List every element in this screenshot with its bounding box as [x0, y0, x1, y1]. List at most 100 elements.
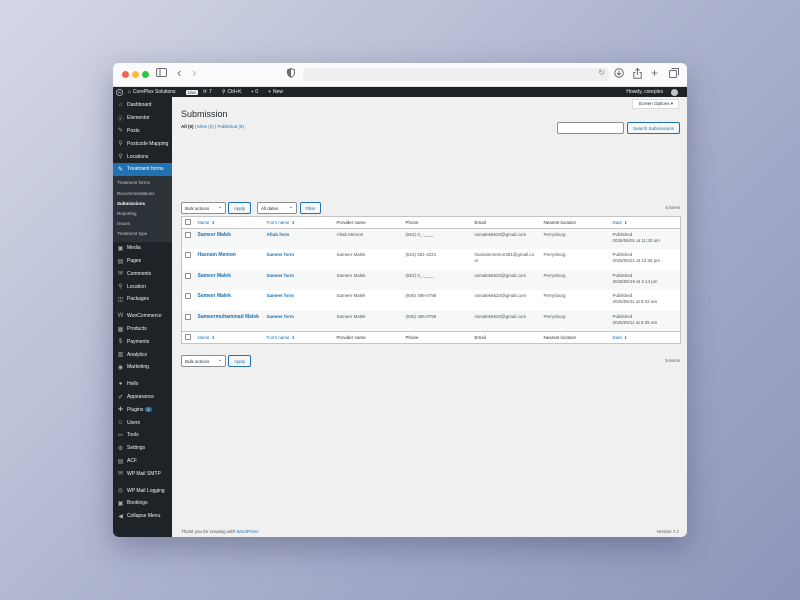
tab-overview-icon[interactable]: [669, 68, 679, 83]
search-submissions-button[interactable]: Search Submissions: [627, 122, 680, 134]
items-count: 5 items: [665, 205, 680, 210]
share-icon[interactable]: [633, 67, 642, 84]
nearest-location-cell: Perrysburg: [540, 310, 610, 332]
sidebar-item-analytics[interactable]: ▥ Analytics: [113, 348, 172, 361]
form-name-link[interactable]: Sameer form: [267, 314, 295, 319]
sidebar-item-treatment-forms[interactable]: ✎ Treatment forms: [113, 162, 172, 176]
select-all-checkbox[interactable]: [185, 219, 191, 225]
row-checkbox[interactable]: [185, 252, 191, 259]
sidebar-item-tools[interactable]: ✂ Tools: [113, 429, 172, 442]
submenu-item-treatment-type[interactable]: Treatment type: [113, 229, 172, 239]
address-bar[interactable]: ↻: [303, 68, 609, 81]
apply-button[interactable]: Apply: [228, 202, 251, 214]
apply-button-bottom[interactable]: Apply: [228, 355, 251, 367]
form-name-link[interactable]: Sameer form: [267, 252, 295, 257]
view-all[interactable]: All (5): [181, 124, 194, 129]
sidebar-item-postcode-mapping[interactable]: ⚲ Postcode Mapping: [113, 137, 172, 150]
column-header-date[interactable]: Date ⬇: [609, 330, 681, 344]
date-filter-select[interactable]: All dates ⌄: [257, 202, 297, 214]
sidebar-item-woocommerce[interactable]: W WooCommerce: [113, 310, 172, 323]
select-all-checkbox[interactable]: [185, 333, 191, 340]
sidebar-item-appearance[interactable]: ✐ Appearance: [113, 391, 172, 404]
phone: (662) 0_-____: [405, 232, 434, 237]
sidebar-item-collapse-menu[interactable]: ◀ Collapse Menu: [113, 510, 172, 523]
form-name-link[interactable]: Sameer form: [267, 273, 295, 278]
column-header-name[interactable]: Name ⬍: [194, 216, 264, 229]
wordpress-logo-icon[interactable]: W: [116, 88, 123, 96]
sidebar-item-users[interactable]: ☺ Users: [113, 416, 172, 429]
column-header-name[interactable]: Name ⬍: [194, 330, 264, 344]
column-header-form-name[interactable]: Form name ⬍: [263, 216, 334, 229]
row-checkbox[interactable]: [185, 272, 191, 279]
submission-name-link-cell: Sameer Malek: [194, 269, 264, 291]
submission-name-link[interactable]: Hasnain Memon: [198, 252, 236, 258]
comments-menu[interactable]: ▪ 0: [252, 89, 264, 95]
sidebar-item-packages[interactable]: ◫ Packages: [113, 293, 172, 306]
sidebar-item-bookings[interactable]: ▣ Bookings: [113, 497, 172, 510]
sidebar-item-location[interactable]: ⚲ Location: [113, 280, 172, 293]
new-tab-icon[interactable]: +: [651, 66, 658, 80]
view-mine[interactable]: Mine (2): [197, 124, 214, 129]
sidebar-item-products[interactable]: ▦ Products: [113, 323, 172, 336]
sidebar-toggle-icon[interactable]: [156, 68, 167, 82]
row-checkbox[interactable]: [185, 313, 191, 320]
submenu-item-treatment-forms[interactable]: Treatment forms: [113, 178, 172, 188]
sidebar-item-acf[interactable]: ▤ ACF: [113, 455, 172, 468]
sort-icon: ⬍: [291, 220, 295, 225]
new-content-menu[interactable]: + New: [268, 89, 288, 95]
bulk-actions-select[interactable]: Bulk actions ⌄: [181, 202, 226, 214]
site-name-menu[interactable]: ⌂ CorePlex Solutions: [128, 89, 181, 95]
footer-version: Version 7.1: [656, 529, 679, 534]
updates-menu[interactable]: ⟳ 7: [203, 89, 217, 95]
sidebar-item-elementor[interactable]: ⓔ Elementor: [113, 112, 172, 125]
submission-name-link[interactable]: Sameer Malek: [198, 273, 231, 279]
sidebar-item-comments[interactable]: ✉ Comments: [113, 268, 172, 281]
sidebar-item-label: Marketing: [127, 364, 149, 371]
users-icon: ☺: [117, 419, 124, 426]
sidebar-item-media[interactable]: ▣ Media: [113, 242, 172, 255]
row-checkbox[interactable]: [185, 232, 191, 238]
screen-options-button[interactable]: Screen Options ▾: [632, 99, 679, 109]
column-header-date[interactable]: Date ⬇: [609, 216, 681, 229]
view-published[interactable]: Published (5): [217, 124, 244, 129]
sidebar-item-plugins[interactable]: ✚ Plugins 1: [113, 403, 172, 416]
minimize-window-button[interactable]: [132, 71, 139, 78]
table-row: Sameermuhammad Malek Sameer form Sameer Ma…: [181, 310, 681, 332]
submission-name-link[interactable]: Sameer Malek: [198, 232, 231, 238]
close-window-button[interactable]: [122, 71, 129, 78]
submission-name-link[interactable]: Sameer Malek: [198, 293, 231, 299]
submenu-item-reporting[interactable]: Reporting: [113, 208, 172, 218]
form-name-link[interactable]: Sameer form: [267, 293, 295, 298]
submission-name-link[interactable]: Sameermuhammad Malek: [198, 314, 259, 320]
sidebar-item-hello[interactable]: ● Hello: [113, 378, 172, 391]
reload-icon[interactable]: ↻: [598, 68, 605, 77]
sidebar-item-wp-mail-smtp[interactable]: ✉ WP Mail SMTP: [113, 467, 172, 480]
sidebar-item-dashboard[interactable]: ⌂ Dashboard: [113, 99, 172, 112]
form-name-link[interactable]: Aftab form: [267, 232, 290, 237]
sidebar-item-locations[interactable]: ⚲ Locations: [113, 150, 172, 163]
sidebar-item-settings[interactable]: ⚙ Settings: [113, 442, 172, 455]
sidebar-item-payments[interactable]: $ Payments: [113, 335, 172, 348]
submenu-item-issues[interactable]: Issues: [113, 219, 172, 229]
my-account-menu[interactable]: Howdy, coreplex: [626, 87, 683, 97]
forward-button[interactable]: ›: [192, 66, 196, 80]
row-checkbox[interactable]: [185, 293, 191, 300]
sidebar-item-posts[interactable]: ✎ Posts: [113, 125, 172, 138]
filter-button[interactable]: Filter: [300, 202, 321, 214]
sidebar-item-label: Location: [127, 283, 146, 290]
sidebar-item-wp-mail-logging[interactable]: ◎ WP Mail Logging: [113, 484, 172, 497]
provider-name-cell: Sameer Malek: [334, 249, 403, 270]
bulk-actions-select-bottom[interactable]: Bulk actions ⌄: [181, 355, 226, 367]
column-header-form-name[interactable]: Form name ⬍: [263, 330, 334, 344]
maximize-window-button[interactable]: [142, 71, 149, 78]
search-input[interactable]: [557, 122, 624, 134]
sort-descending-icon: ⬇: [624, 334, 628, 340]
sidebar-item-marketing[interactable]: ◉ Marketing: [113, 361, 172, 374]
download-icon[interactable]: [614, 68, 624, 83]
sidebar-item-pages[interactable]: ▤ Pages: [113, 255, 172, 268]
command-palette-menu[interactable]: ⚲ Ctrl+K: [222, 89, 247, 95]
submenu-item-recommendations[interactable]: Recommendations: [113, 188, 172, 198]
wordpress-link[interactable]: WordPress: [236, 529, 258, 534]
submenu-item-submissions[interactable]: Submissions: [113, 198, 172, 208]
back-button[interactable]: ‹: [177, 66, 181, 80]
